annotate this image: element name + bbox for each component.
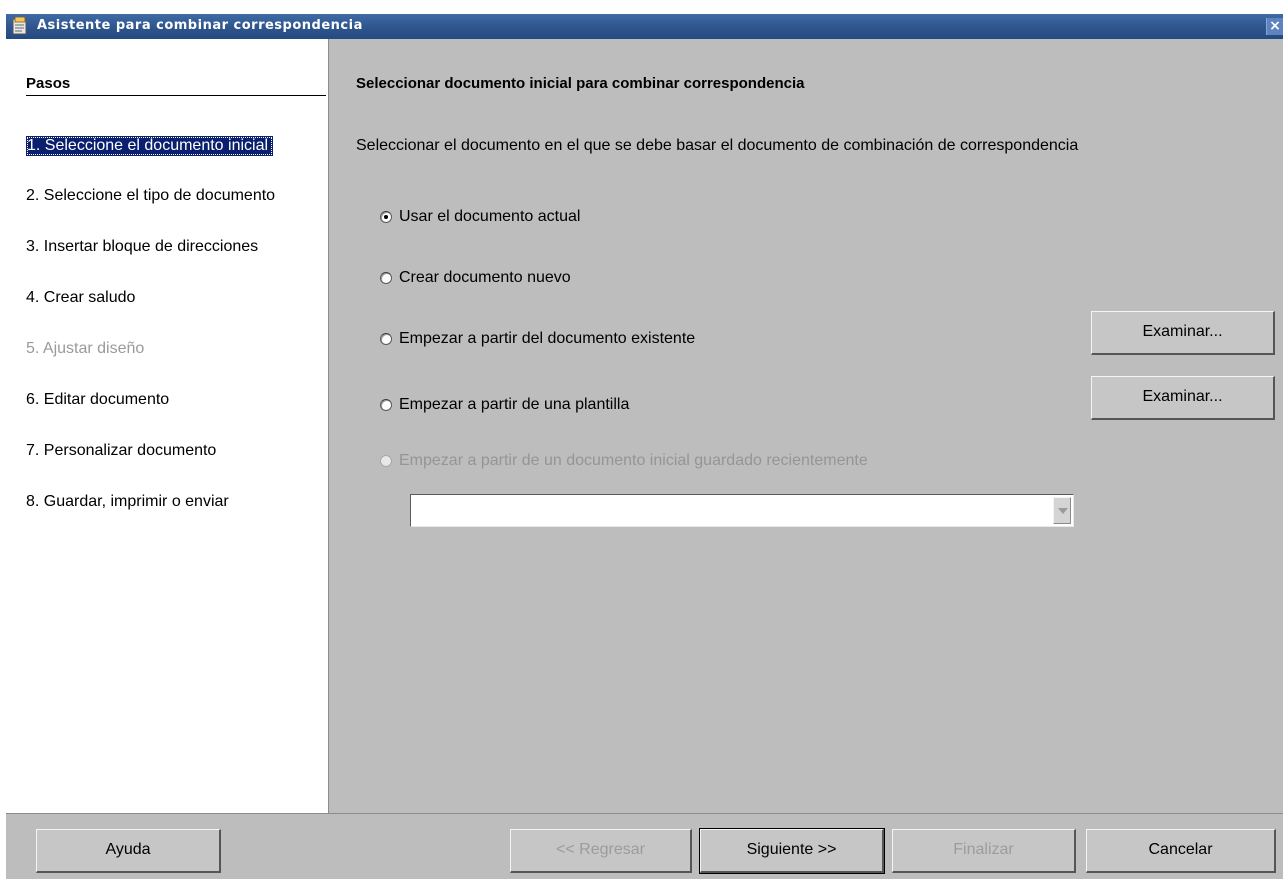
step-insert-address-block[interactable]: 3. Insertar bloque de direcciones — [26, 238, 258, 256]
chevron-down-icon[interactable] — [1053, 497, 1071, 524]
button-bar: Ayuda << Regresar Siguiente >> Finalizar… — [6, 813, 1283, 879]
option-label: Empezar a partir del documento existente — [399, 330, 696, 347]
radio-button[interactable] — [380, 333, 392, 345]
finish-button: Finalizar — [892, 829, 1076, 873]
description-text: Seleccionar el documento en el que se de… — [356, 137, 1079, 154]
steps-panel: Pasos 1. Seleccione el documento inicial… — [6, 39, 329, 813]
browse-existing-button[interactable]: Examinar... — [1091, 311, 1275, 355]
radio-button-disabled — [380, 455, 392, 467]
option-recent-document: Empezar a partir de un documento inicial… — [380, 450, 868, 472]
next-button[interactable]: Siguiente >> — [699, 828, 885, 874]
option-label: Crear documento nuevo — [399, 269, 571, 286]
option-existing-document[interactable]: Empezar a partir del documento existente — [380, 328, 695, 350]
cancel-button[interactable]: Cancelar — [1086, 829, 1276, 873]
page-title: Seleccionar documento inicial para combi… — [356, 75, 805, 92]
step-select-starting-document[interactable]: 1. Seleccione el documento inicial — [26, 136, 274, 156]
option-create-new-document[interactable]: Crear documento nuevo — [380, 267, 571, 289]
title-bar: Asistente para combinar correspondencia … — [6, 14, 1283, 39]
step-adjust-layout: 5. Ajustar diseño — [26, 340, 145, 357]
help-button[interactable]: Ayuda — [36, 829, 221, 873]
radio-button[interactable] — [380, 272, 392, 284]
option-from-template[interactable]: Empezar a partir de una plantilla — [380, 394, 629, 416]
background-window-strip — [0, 0, 1283, 14]
option-label: Empezar a partir de una plantilla — [399, 396, 630, 413]
step-save-print-send[interactable]: 8. Guardar, imprimir o enviar — [26, 493, 229, 511]
back-button: << Regresar — [510, 829, 692, 873]
main-panel: Seleccionar documento inicial para combi… — [330, 39, 1283, 813]
radio-button-selected[interactable] — [380, 211, 392, 223]
radio-button[interactable] — [380, 399, 392, 411]
option-label: Usar el documento actual — [399, 208, 581, 225]
document-icon — [12, 17, 27, 35]
step-edit-document[interactable]: 6. Editar documento — [26, 391, 169, 409]
step-create-salutation[interactable]: 4. Crear saludo — [26, 289, 135, 307]
mail-merge-wizard-dialog: Pasos 1. Seleccione el documento inicial… — [6, 39, 1283, 879]
window-title: Asistente para combinar correspondencia — [37, 18, 363, 33]
browse-template-button[interactable]: Examinar... — [1091, 376, 1275, 420]
recent-documents-dropdown[interactable] — [410, 494, 1074, 527]
close-icon[interactable]: × — [1266, 18, 1283, 35]
heading-divider — [26, 95, 326, 96]
step-personalize-document[interactable]: 7. Personalizar documento — [26, 442, 216, 460]
option-label: Empezar a partir de un documento inicial… — [399, 452, 868, 469]
step-select-document-type[interactable]: 2. Seleccione el tipo de documento — [26, 187, 275, 205]
option-use-current-document[interactable]: Usar el documento actual — [380, 206, 580, 228]
steps-heading: Pasos — [26, 75, 71, 92]
